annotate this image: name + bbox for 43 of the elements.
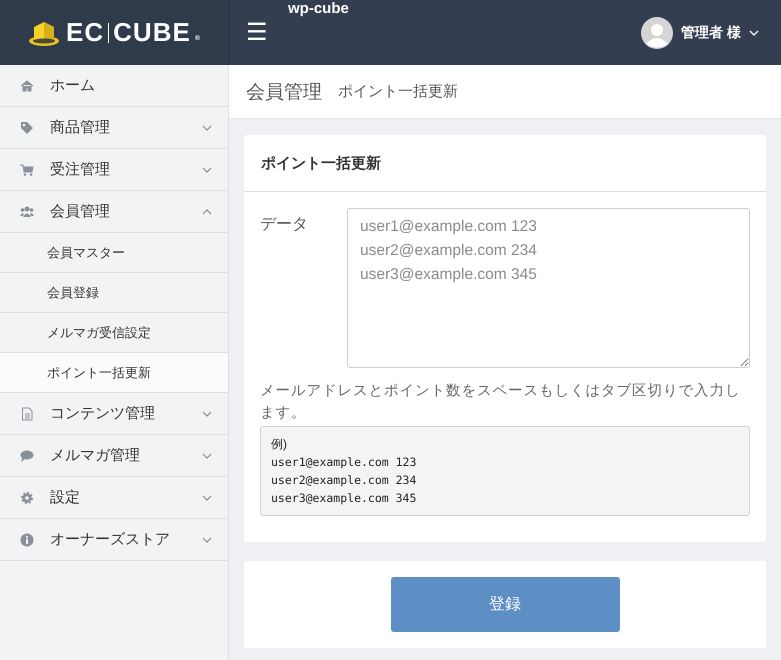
gear-icon bbox=[20, 490, 34, 504]
sidebar-item[interactable]: 商品管理 bbox=[0, 107, 228, 149]
info-icon bbox=[20, 532, 34, 546]
tag-icon bbox=[20, 120, 34, 134]
home-icon bbox=[20, 78, 34, 92]
example-line: user1@example.com 123 bbox=[271, 454, 418, 471]
help-text: メールアドレスとポイント数をスペースもしくはタブ区切りで入力します。 bbox=[260, 382, 742, 423]
card-title: ポイント一括更新 bbox=[244, 135, 766, 192]
document-icon bbox=[20, 406, 34, 420]
chevron-down-icon bbox=[202, 494, 212, 502]
user-menu[interactable]: 管理者 様 bbox=[635, 0, 765, 65]
data-field[interactable]: user1@example.com 123 user2@example.com 234 user3@example.com 345 bbox=[347, 208, 750, 368]
users-icon bbox=[20, 204, 34, 218]
chevron-down-icon bbox=[749, 30, 759, 36]
sidebar-item[interactable]: メルマガ管理 bbox=[0, 435, 228, 477]
submenu-item[interactable]: ポイント一括更新 bbox=[0, 353, 228, 393]
chevron-down-icon bbox=[202, 452, 212, 460]
avatar-icon bbox=[641, 16, 674, 48]
sidebar-item[interactable]: ホーム bbox=[0, 65, 228, 107]
site-name: wp-cube bbox=[288, 0, 349, 19]
submenu-item[interactable]: 会員登録 bbox=[0, 273, 228, 313]
sidebar-item[interactable]: 会員管理 bbox=[0, 191, 228, 233]
sidebar-item[interactable]: 受注管理 bbox=[0, 149, 228, 191]
sidebar-item[interactable]: コンテンツ管理 bbox=[0, 393, 228, 435]
chevron-down-icon bbox=[202, 124, 212, 132]
logo-text: EC bbox=[66, 17, 104, 48]
chevron-down-icon bbox=[202, 166, 212, 174]
chevron-down-icon bbox=[202, 410, 212, 418]
chevron-up-icon bbox=[202, 208, 212, 216]
chevron-down-icon bbox=[202, 536, 212, 544]
field-label: データ bbox=[260, 215, 309, 235]
submenu-item[interactable]: 会員マスター bbox=[0, 233, 228, 273]
example-line: user2@example.com 234 bbox=[271, 472, 418, 489]
sidebar-item[interactable]: 設定 bbox=[0, 477, 228, 519]
example-line: user3@example.com 345 bbox=[271, 490, 418, 507]
example-heading: 例) bbox=[271, 436, 288, 453]
sidebar-item[interactable]: オーナーズストア bbox=[0, 519, 228, 561]
logo-text: CUBE bbox=[113, 17, 191, 48]
cart-icon bbox=[20, 162, 34, 176]
page-subtitle: ポイント一括更新 bbox=[338, 82, 458, 101]
speech-bubble-icon bbox=[20, 448, 34, 462]
menu-button[interactable]: ☰ bbox=[246, 0, 268, 65]
page-title: 会員管理 bbox=[246, 80, 322, 104]
